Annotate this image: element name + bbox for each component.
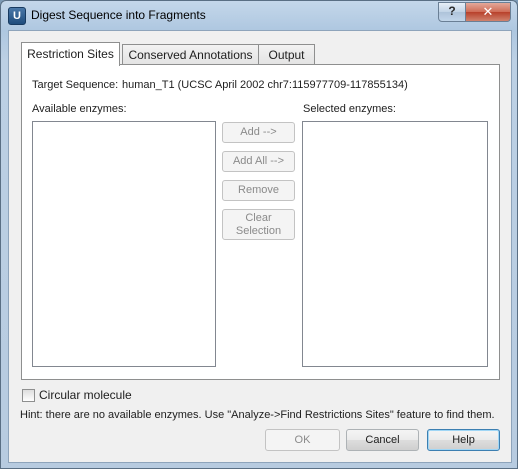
- clear-selection-button[interactable]: Clear Selection: [222, 209, 295, 240]
- app-icon: U: [8, 7, 26, 25]
- circular-molecule-checkbox[interactable]: [22, 389, 35, 402]
- available-enzymes-list[interactable]: [32, 121, 216, 367]
- add-button[interactable]: Add -->: [222, 122, 295, 143]
- dialog-window: U Digest Sequence into Fragments ? ✕ Res…: [0, 0, 518, 469]
- clear-selection-line-1: Clear: [245, 212, 272, 224]
- hint-text: Hint: there are no available enzymes. Us…: [20, 409, 495, 421]
- restriction-sites-panel: Target Sequence: human_T1 (UCSC April 20…: [21, 64, 500, 380]
- selected-enzymes-list[interactable]: [302, 121, 488, 367]
- help-button[interactable]: Help: [427, 429, 500, 451]
- clear-selection-line-2: Selection: [235, 225, 282, 237]
- available-enzymes-label: Available enzymes:: [32, 103, 127, 115]
- circular-molecule-label: Circular molecule: [39, 388, 132, 402]
- target-sequence-value: human_T1 (UCSC April 2002 chr7:115977709…: [122, 79, 408, 91]
- close-icon[interactable]: ✕: [465, 2, 511, 22]
- dialog-body: Restriction Sites Conserved Annotations …: [8, 30, 512, 463]
- tab-conserved-annotations[interactable]: Conserved Annotations: [122, 44, 259, 65]
- cancel-button[interactable]: Cancel: [346, 429, 419, 451]
- title-bar[interactable]: U Digest Sequence into Fragments ? ✕: [1, 1, 517, 29]
- add-all-button[interactable]: Add All -->: [222, 151, 295, 172]
- selected-enzymes-label: Selected enzymes:: [303, 103, 396, 115]
- help-caption-button[interactable]: ?: [438, 2, 466, 22]
- remove-button[interactable]: Remove: [222, 180, 295, 201]
- tab-restriction-sites[interactable]: Restriction Sites: [21, 42, 120, 66]
- target-sequence-label: Target Sequence:: [32, 79, 119, 91]
- window-title: Digest Sequence into Fragments: [31, 8, 206, 22]
- ok-button[interactable]: OK: [265, 429, 340, 451]
- tab-output[interactable]: Output: [258, 44, 315, 65]
